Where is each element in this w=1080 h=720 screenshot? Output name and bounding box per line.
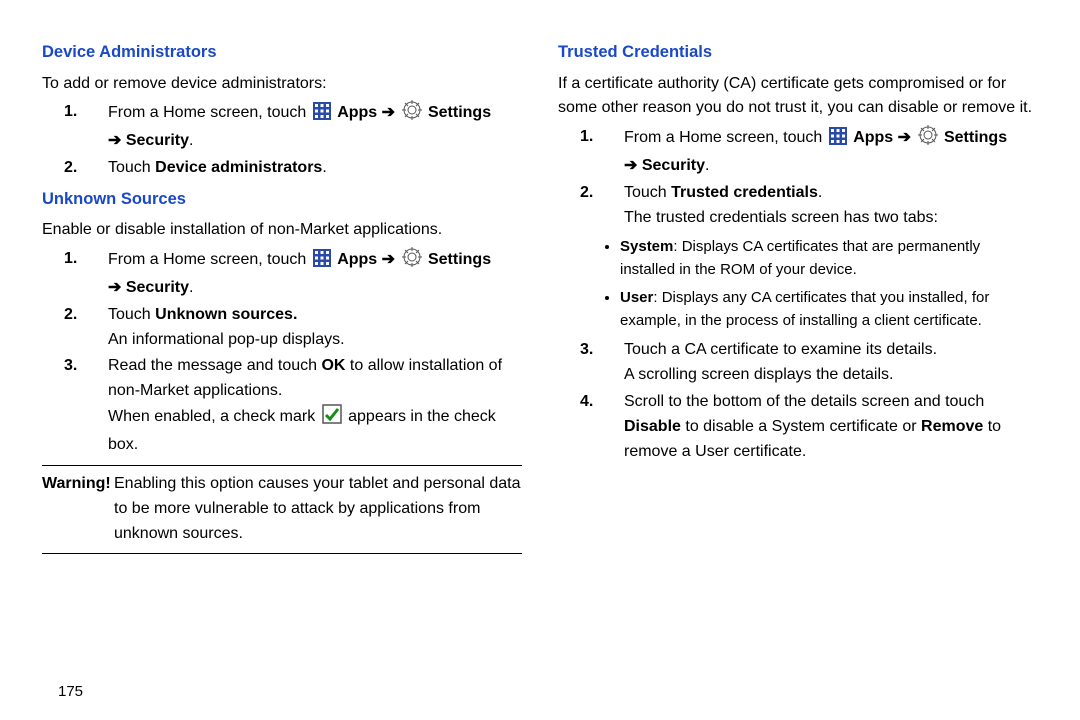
bullet-label: User — [620, 289, 653, 306]
apps-icon — [313, 249, 331, 276]
step-number: 3. — [42, 354, 108, 379]
step-3: 3. Touch a CA certificate to examine its… — [558, 338, 1038, 388]
step-body: From a Home screen, touch Apps ➔ Setting… — [108, 100, 522, 154]
text: The trusted credentials screen has two t… — [624, 209, 938, 226]
step-body: From a Home screen, touch Apps ➔ Setting… — [624, 125, 1038, 179]
text: From a Home screen, touch — [624, 129, 827, 146]
columns: Device Administrators To add or remove d… — [42, 36, 1038, 669]
step-number: 2. — [558, 181, 624, 206]
arrow-icon: ➔ — [108, 132, 121, 149]
bullet-label: System — [620, 238, 673, 255]
apps-icon — [829, 127, 847, 154]
right-column: Trusted Credentials If a certificate aut… — [558, 36, 1038, 669]
warning-label: Warning! — [42, 472, 114, 546]
period: . — [818, 184, 822, 201]
text: An informational pop-up displays. — [108, 331, 345, 348]
text: Read the message and touch — [108, 357, 321, 374]
bullet-system: System: Displays CA certificates that ar… — [620, 236, 1038, 281]
step-body: From a Home screen, touch Apps ➔ Setting… — [108, 247, 522, 301]
text: When enabled, a check mark — [108, 408, 320, 425]
step-4: 4. Scroll to the bottom of the details s… — [558, 390, 1038, 464]
text: Touch — [108, 306, 155, 323]
step-1: 1. From a Home screen, touch Apps ➔ Sett… — [558, 125, 1038, 179]
steps-trusted-credentials-cont: 3. Touch a CA certificate to examine its… — [558, 338, 1038, 464]
text: From a Home screen, touch — [108, 104, 311, 121]
security-label: Security — [642, 157, 705, 174]
step-number: 3. — [558, 338, 624, 363]
step-body: Scroll to the bottom of the details scre… — [624, 390, 1038, 464]
step-number: 1. — [558, 125, 624, 150]
bold-text: Unknown sources. — [155, 306, 297, 323]
step-body: Touch Unknown sources. An informational … — [108, 303, 522, 353]
left-column: Device Administrators To add or remove d… — [42, 36, 522, 669]
tabs-list: System: Displays CA certificates that ar… — [558, 236, 1038, 332]
step-body: Touch a CA certificate to examine its de… — [624, 338, 1038, 388]
step-number: 4. — [558, 390, 624, 415]
step-3: 3. Read the message and touch OK to allo… — [42, 354, 522, 457]
bold-text: Remove — [921, 418, 983, 435]
apps-label: Apps — [337, 104, 377, 121]
step-2: 2. Touch Trusted credentials. The truste… — [558, 181, 1038, 231]
arrow-icon: ➔ — [382, 251, 395, 268]
heading-unknown-sources: Unknown Sources — [42, 187, 522, 213]
step-1: 1. From a Home screen, touch Apps ➔ Sett… — [42, 100, 522, 154]
step-number: 2. — [42, 303, 108, 328]
page-number: 175 — [42, 669, 1038, 720]
text: From a Home screen, touch — [108, 251, 311, 268]
heading-trusted-credentials: Trusted Credentials — [558, 40, 1038, 66]
bullet-rest: : Displays CA certificates that are perm… — [620, 238, 980, 278]
text: Touch — [108, 159, 155, 176]
text: Scroll to the bottom of the details scre… — [624, 393, 984, 410]
step-2: 2. Touch Device administrators. — [42, 156, 522, 181]
bold-text: Disable — [624, 418, 681, 435]
arrow-icon: ➔ — [382, 104, 395, 121]
arrow-icon: ➔ — [108, 279, 121, 296]
apps-icon — [313, 102, 331, 129]
steps-device-administrators: 1. From a Home screen, touch Apps ➔ Sett… — [42, 100, 522, 180]
intro-trusted-credentials: If a certificate authority (CA) certific… — [558, 72, 1038, 122]
arrow-icon: ➔ — [898, 129, 911, 146]
security-label: Security — [126, 279, 189, 296]
apps-label: Apps — [853, 129, 893, 146]
bold-text: Device administrators — [155, 159, 322, 176]
settings-label: Settings — [944, 129, 1007, 146]
bold-text: Trusted credentials — [671, 184, 818, 201]
text: Touch — [624, 184, 671, 201]
step-number: 1. — [42, 100, 108, 125]
step-body: Touch Device administrators. — [108, 156, 522, 181]
settings-icon — [918, 125, 938, 154]
steps-trusted-credentials: 1. From a Home screen, touch Apps ➔ Sett… — [558, 125, 1038, 230]
warning-block: Warning! Enabling this option causes you… — [42, 465, 522, 553]
steps-unknown-sources: 1. From a Home screen, touch Apps ➔ Sett… — [42, 247, 522, 457]
period: . — [189, 279, 193, 296]
period: . — [705, 157, 709, 174]
text: to disable a System certificate or — [681, 418, 921, 435]
step-body: Touch Trusted credentials. The trusted c… — [624, 181, 1038, 231]
bullet-user: User: Displays any CA certificates that … — [620, 287, 1038, 332]
text: A scrolling screen displays the details. — [624, 366, 893, 383]
settings-label: Settings — [428, 104, 491, 121]
security-label: Security — [126, 132, 189, 149]
bold-text: OK — [321, 357, 345, 374]
period: . — [322, 159, 326, 176]
settings-icon — [402, 247, 422, 276]
warning-body: Enabling this option causes your tablet … — [114, 472, 522, 546]
step-body: Read the message and touch OK to allow i… — [108, 354, 522, 457]
manual-page: Device Administrators To add or remove d… — [0, 0, 1080, 720]
step-2: 2. Touch Unknown sources. An information… — [42, 303, 522, 353]
bullet-rest: : Displays any CA certificates that you … — [620, 289, 989, 329]
apps-label: Apps — [337, 251, 377, 268]
step-number: 1. — [42, 247, 108, 272]
checkmark-icon — [322, 404, 342, 433]
heading-device-administrators: Device Administrators — [42, 40, 522, 66]
settings-label: Settings — [428, 251, 491, 268]
intro-unknown-sources: Enable or disable installation of non-Ma… — [42, 218, 522, 243]
text: Touch a CA certificate to examine its de… — [624, 341, 937, 358]
settings-icon — [402, 100, 422, 129]
arrow-icon: ➔ — [624, 157, 637, 174]
step-number: 2. — [42, 156, 108, 181]
intro-device-administrators: To add or remove device administrators: — [42, 72, 522, 97]
period: . — [189, 132, 193, 149]
step-1: 1. From a Home screen, touch Apps ➔ Sett… — [42, 247, 522, 301]
